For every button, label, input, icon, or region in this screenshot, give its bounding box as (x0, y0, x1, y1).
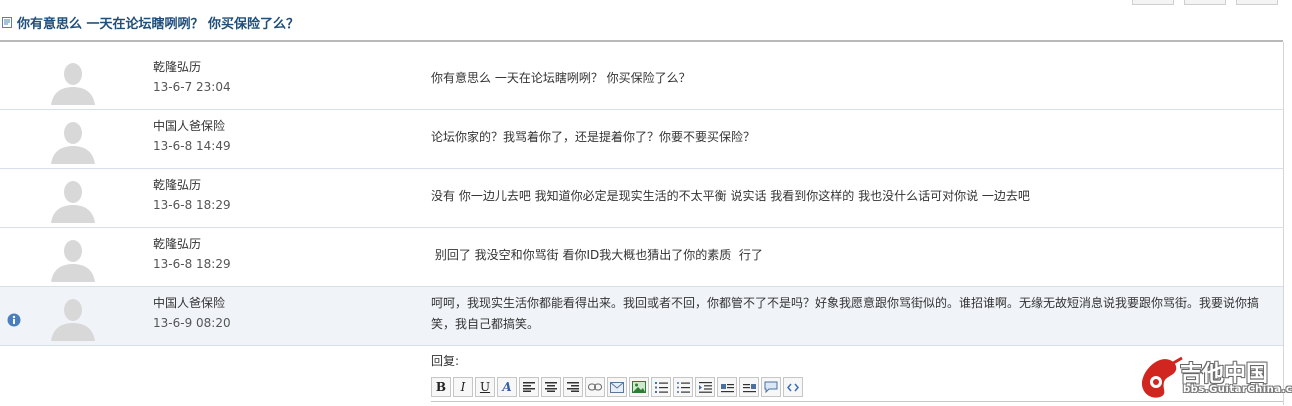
float-right-icon (742, 383, 756, 392)
message-row: 乾隆弘历 13-6-8 18:29 别回了 我没空和你骂街 看你ID我大概也猜出… (0, 228, 1283, 287)
image-button[interactable] (629, 377, 649, 397)
message-time: 13-6-8 18:29 (153, 198, 231, 212)
align-left-button[interactable] (519, 377, 539, 397)
message-row: 中国人爸保险 13-6-8 14:49 论坛你家的？我骂着你了，还是提着你了？你… (0, 110, 1283, 169)
message-row: 乾隆弘历 13-6-8 18:29 没有 你一边儿去吧 我知道你必定是现实生活的… (0, 169, 1283, 228)
underline-button[interactable]: U (475, 377, 495, 397)
float-left-icon (720, 383, 734, 392)
float-left-button[interactable] (717, 377, 737, 397)
site-watermark-logo: 吉他中国 bbs.GuitarChina.com (1138, 354, 1292, 402)
avatar-placeholder-icon[interactable] (49, 118, 97, 164)
sender-name[interactable]: 乾隆弘历 (153, 58, 231, 75)
email-button[interactable] (607, 377, 627, 397)
message-time: 13-6-8 14:49 (153, 139, 231, 153)
sender-name[interactable]: 乾隆弘历 (153, 235, 231, 252)
avatar-placeholder-icon[interactable] (49, 295, 97, 341)
italic-button[interactable]: I (453, 377, 473, 397)
message-row-selected: 中国人爸保险 13-6-9 08:20 呵呵，我现实生活你都能看得出来。我回或者… (0, 287, 1283, 346)
message-time: 13-6-7 23:04 (153, 80, 231, 94)
link-icon (588, 383, 602, 391)
indent-button[interactable] (695, 377, 715, 397)
sender-name[interactable]: 中国人爸保险 (153, 294, 231, 311)
thread-title: 你有意思么 一天在论坛瞎咧咧？ 你买保险了么？ (17, 17, 300, 32)
thread-header: 你有意思么 一天在论坛瞎咧咧？ 你买保险了么？ (0, 8, 1283, 42)
message-time: 13-6-9 08:20 (153, 316, 231, 330)
message-body: 别回了 我没空和你骂街 看你ID我大概也猜出了你的素质 行了 (431, 248, 763, 262)
quote-button[interactable] (761, 377, 781, 397)
unordered-list-button[interactable] (673, 377, 693, 397)
avatar-placeholder-icon[interactable] (49, 59, 97, 105)
code-button[interactable] (783, 377, 803, 397)
logo-url: bbs.GuitarChina.com (1183, 384, 1292, 395)
right-divider (1283, 42, 1284, 405)
top-button-2[interactable] (1184, 0, 1226, 5)
ordered-list-button[interactable] (651, 377, 671, 397)
message-body: 呵呵，我现实生活你都能看得出来。我回或者不回，你都管不了不是吗？好象我愿意跟你骂… (431, 296, 1260, 331)
unordered-list-icon (676, 381, 690, 393)
align-right-button[interactable] (563, 377, 583, 397)
reply-label: 回复: (431, 354, 460, 368)
font-color-button[interactable]: A (497, 377, 517, 397)
bold-button[interactable]: B (431, 377, 451, 397)
top-button-1[interactable] (1132, 0, 1174, 5)
message-body: 没有 你一边儿去吧 我知道你必定是现实生活的不太平衡 说实话 我看到你这样的 我… (431, 189, 1030, 203)
sender-name[interactable]: 中国人爸保险 (153, 117, 231, 134)
align-left-icon (523, 382, 535, 392)
guitar-china-logo-icon (1141, 356, 1183, 398)
editor-toolbar: B I U A (431, 376, 803, 398)
align-center-icon (545, 382, 557, 392)
quote-bubble-icon (764, 381, 778, 393)
avatar-placeholder-icon[interactable] (49, 236, 97, 282)
top-button-3[interactable] (1236, 0, 1278, 5)
message-icon (2, 17, 12, 28)
align-center-button[interactable] (541, 377, 561, 397)
message-body: 你有意思么 一天在论坛瞎咧咧？ 你买保险了么？ (431, 71, 691, 85)
message-time: 13-6-8 18:29 (153, 257, 231, 271)
info-icon (7, 313, 21, 327)
message-body: 论坛你家的？我骂着你了，还是提着你了？你要不要买保险？ (431, 130, 756, 144)
ordered-list-icon (654, 381, 668, 393)
align-right-icon (567, 382, 579, 392)
link-button[interactable] (585, 377, 605, 397)
code-icon (787, 383, 799, 391)
sender-name[interactable]: 乾隆弘历 (153, 176, 231, 193)
float-right-button[interactable] (739, 377, 759, 397)
top-buttons (1132, 0, 1278, 5)
indent-icon (698, 381, 712, 393)
image-icon (632, 381, 646, 393)
message-row: 乾隆弘历 13-6-7 23:04 你有意思么 一天在论坛瞎咧咧？ 你买保险了么… (0, 51, 1283, 110)
email-icon (610, 381, 624, 393)
avatar-placeholder-icon[interactable] (49, 177, 97, 223)
